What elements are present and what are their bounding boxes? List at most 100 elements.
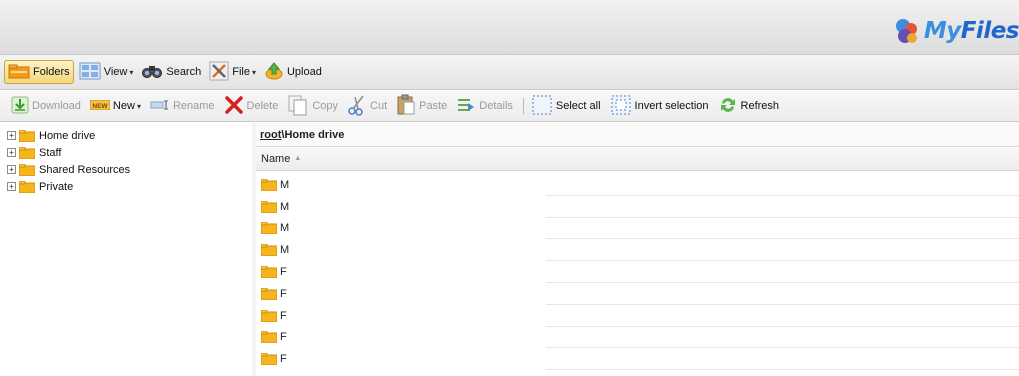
select-all-icon [531,94,553,119]
paste-button[interactable]: Paste [393,94,450,119]
sort-ascending-icon: ▲ [294,155,302,162]
file-menu-button[interactable]: File ▾ [206,60,259,84]
new-badge-text: NEW [92,103,108,110]
search-button[interactable]: Search [138,60,204,84]
upload-button[interactable]: Upload [261,60,325,84]
cut-button[interactable]: Cut [344,95,390,117]
refresh-button[interactable]: Refresh [715,95,783,117]
folders-icon [8,63,30,82]
tree-item-shared-resources[interactable]: + Shared Resources [0,161,252,178]
tree-item-label: Home drive [39,129,96,142]
details-button[interactable]: Details [453,95,516,117]
tree-item-staff[interactable]: + Staff [0,144,252,161]
folder-icon [261,178,277,191]
column-header-label: Name [261,152,291,165]
folder-icon [18,146,36,159]
new-badge-icon: NEW [89,99,111,113]
chevron-down-icon: ▾ [129,67,134,77]
file-name: M [280,244,290,257]
tree-item-label: Staff [39,146,62,159]
view-menu-button[interactable]: View ▾ [76,60,137,84]
table-row[interactable]: F [256,305,1019,327]
table-row[interactable]: F [256,261,1019,283]
folders-label: Folders [33,66,70,78]
file-label: File [232,66,250,78]
table-row[interactable]: F [256,327,1019,349]
folder-icon [18,129,36,142]
folders-button[interactable]: Folders [4,60,74,84]
scissors-icon [347,94,367,119]
toolbar-separator [522,98,524,114]
download-label: Download [32,100,81,112]
tree-item-label: Shared Resources [39,163,131,176]
refresh-icon [718,95,738,118]
cut-label: Cut [370,100,388,112]
table-row[interactable]: F [256,283,1019,305]
download-button[interactable]: Download [8,95,84,117]
table-row[interactable]: F [256,348,1019,370]
upload-icon [264,61,284,83]
table-row[interactable]: M [256,196,1019,218]
expand-icon[interactable]: + [7,182,16,191]
file-list-pane: root \ Home drive Name ▲ MMMMFFFFF [256,123,1019,376]
download-icon [11,96,29,117]
tree-item-label: Private [39,180,74,193]
actions-toolbar: Download NEW New ▾ Rename Delete Copy Cu… [0,91,1019,122]
invert-selection-icon [610,94,632,119]
details-icon [456,95,476,118]
invert-selection-button[interactable]: Invert selection [607,95,712,117]
tree-item-private[interactable]: + Private [0,178,252,195]
breadcrumb: root \ Home drive [256,123,1019,147]
binoculars-icon [141,63,163,82]
tools-icon [209,61,229,84]
column-header-name[interactable]: Name ▲ [256,147,1019,171]
copy-button[interactable]: Copy [284,95,341,117]
chevron-down-icon: ▾ [251,67,256,77]
expand-icon[interactable]: + [7,148,16,157]
view-grid-icon [79,62,101,83]
delete-x-icon [224,95,244,118]
logo-text-suffix: Files [960,18,1019,44]
folder-icon [261,331,277,344]
clipboard-icon [396,94,416,119]
copy-icon [287,94,309,119]
select-all-button[interactable]: Select all [528,95,604,117]
breadcrumb-current: Home drive [284,128,345,141]
table-row[interactable]: M [256,174,1019,196]
paste-label: Paste [419,100,448,112]
breadcrumb-root-link[interactable]: root [260,129,281,141]
expand-icon[interactable]: + [7,165,16,174]
file-name: F [280,353,287,366]
folder-icon [261,309,277,322]
file-name: M [280,222,290,235]
myfiles-logo-icon [892,17,920,45]
logo-text-prefix: My [923,18,961,44]
new-menu-button[interactable]: NEW New ▾ [87,95,144,117]
table-row[interactable]: M [256,239,1019,261]
myfiles-logo: MyFiles [892,16,1019,46]
file-name: M [280,200,290,213]
view-label: View [103,66,128,78]
copy-label: Copy [312,100,339,112]
expand-icon[interactable]: + [7,131,16,140]
rename-button[interactable]: Rename [147,95,218,117]
rename-icon [150,100,170,113]
search-label: Search [166,66,202,78]
table-row[interactable]: M [256,218,1019,240]
delete-button[interactable]: Delete [221,95,282,117]
delete-label: Delete [246,100,279,112]
folder-icon [18,163,36,176]
upload-label: Upload [286,66,322,78]
file-name: M [280,178,290,191]
invert-selection-label: Invert selection [634,100,709,112]
folder-icon [261,266,277,279]
file-name: F [280,287,287,300]
tree-item-home-drive[interactable]: + Home drive [0,127,252,144]
folder-tree: + Home drive + Staff + Shared Resources … [0,123,253,376]
app-header: MyFiles [0,0,1019,55]
folder-icon [261,200,277,213]
folder-icon [261,244,277,257]
folder-icon [261,287,277,300]
file-list: MMMMFFFFF [256,174,1019,370]
details-label: Details [479,100,513,112]
